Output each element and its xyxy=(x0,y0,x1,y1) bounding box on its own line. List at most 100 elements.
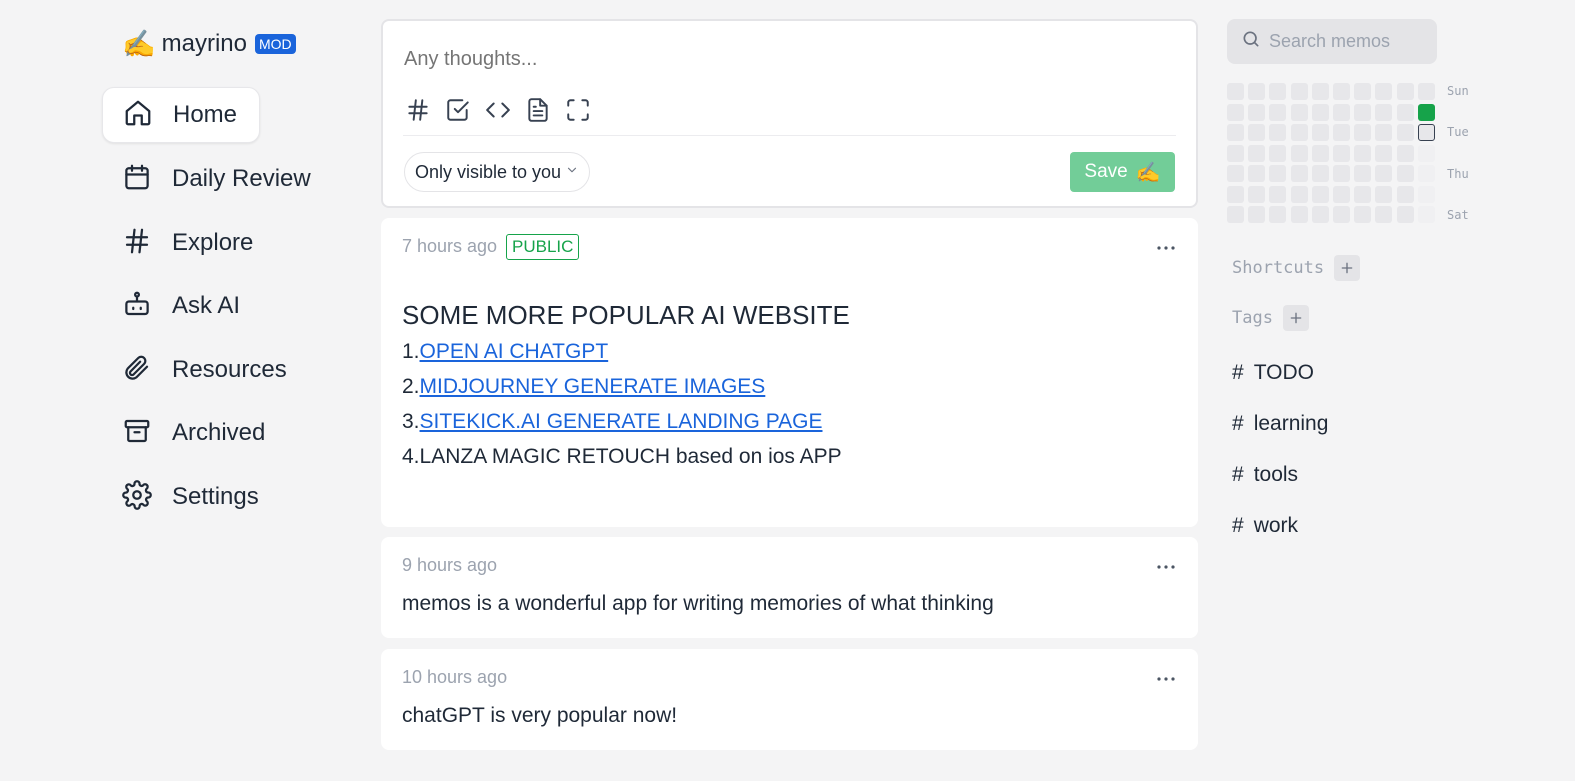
heatmap-cell xyxy=(1311,124,1329,141)
memo-card: 10 hours ago chatGPT is very popular now… xyxy=(381,649,1198,750)
heatmap-cell xyxy=(1333,185,1350,203)
heatmap-cell xyxy=(1417,206,1435,223)
memo-link[interactable]: OPEN AI CHATGPT xyxy=(420,340,609,363)
visibility-badge: PUBLIC xyxy=(506,234,580,261)
heatmap-cell xyxy=(1311,185,1329,203)
memo-time: 9 hours ago xyxy=(402,555,498,575)
memo-heading: SOME MORE POPULAR AI WEBSITE xyxy=(402,300,850,330)
nav-item-archived[interactable]: Archived xyxy=(102,405,317,461)
heatmap-cell xyxy=(1375,144,1393,162)
tag-item[interactable]: # TODO xyxy=(1232,361,1314,385)
save-emoji: ✍️ xyxy=(1135,161,1161,184)
heatmap-cell xyxy=(1354,144,1372,162)
checkbox-icon[interactable] xyxy=(445,95,471,125)
nav-label: Home xyxy=(173,101,238,128)
heatmap-cell xyxy=(1417,185,1435,203)
nav-item-ask-ai[interactable]: Ask AI xyxy=(102,278,317,334)
memo-link[interactable]: SITEKICK.AI GENERATE LANDING PAGE xyxy=(420,410,823,433)
heatmap-cell xyxy=(1290,124,1308,141)
heatmap-cell xyxy=(1333,206,1350,223)
more-icon[interactable] xyxy=(1154,236,1178,260)
heatmap-cell xyxy=(1417,165,1435,182)
heatmap-cell xyxy=(1227,103,1244,121)
heatmap-cell xyxy=(1269,83,1287,100)
nav-label: Resources xyxy=(172,356,287,383)
memo-input[interactable] xyxy=(404,48,1164,71)
heatmap-cell xyxy=(1396,144,1414,162)
list-number: 2. xyxy=(402,375,420,398)
tag-hash-icon: # xyxy=(1232,361,1244,384)
heatmap-cell[interactable] xyxy=(1417,103,1435,121)
nav-item-explore[interactable]: Explore xyxy=(102,215,317,271)
file-icon[interactable] xyxy=(525,95,551,125)
day-label-sat: Sat xyxy=(1447,208,1469,222)
nav-item-settings[interactable]: Settings xyxy=(102,469,317,525)
nav-item-home[interactable]: Home xyxy=(102,87,260,143)
list-number: 4. xyxy=(402,445,420,468)
day-label-sun: Sun xyxy=(1447,84,1469,98)
fullscreen-icon[interactable] xyxy=(565,95,591,125)
save-button[interactable]: Save ✍️ xyxy=(1070,152,1175,192)
tag-item[interactable]: # work xyxy=(1232,514,1298,538)
add-shortcut-button[interactable] xyxy=(1334,255,1361,281)
heatmap-cell xyxy=(1269,103,1287,121)
code-icon[interactable] xyxy=(485,95,511,125)
tag-hash-icon: # xyxy=(1232,412,1244,435)
heatmap-cell xyxy=(1311,165,1329,182)
heatmap-cell xyxy=(1333,124,1350,141)
day-label-tue: Tue xyxy=(1447,125,1469,139)
calendar-icon xyxy=(122,162,152,197)
heatmap-cell xyxy=(1248,103,1266,121)
add-tag-button[interactable] xyxy=(1282,305,1309,331)
heatmap-cell xyxy=(1354,185,1372,203)
memo-time: 10 hours ago xyxy=(402,667,508,687)
heatmap-cell xyxy=(1311,144,1329,162)
memo-line-text: LANZA MAGIC RETOUCH based on ios APP xyxy=(419,445,842,468)
heatmap-cell xyxy=(1248,124,1266,141)
nav-label: Archived xyxy=(172,419,266,446)
heatmap-cell xyxy=(1375,165,1393,182)
more-icon[interactable] xyxy=(1154,667,1178,691)
heatmap-cell xyxy=(1333,83,1350,100)
app: ✍️ mayrino MOD Home Daily Review Explore… xyxy=(0,0,1575,781)
visibility-select[interactable]: Only visible to you xyxy=(404,152,590,192)
heatmap-cell xyxy=(1248,165,1266,182)
tag-item[interactable]: # tools xyxy=(1232,463,1298,487)
tags-title: Tags xyxy=(1232,308,1273,328)
heatmap-cell xyxy=(1311,103,1329,121)
search-box[interactable] xyxy=(1227,19,1437,64)
memo-content: memos is a wonderful app for writing mem… xyxy=(402,592,994,615)
heatmap-cell xyxy=(1227,144,1244,162)
heatmap-cell xyxy=(1290,144,1308,162)
memo-link[interactable]: MIDJOURNEY GENERATE IMAGES xyxy=(420,375,766,398)
editor-toolbar xyxy=(405,95,591,125)
heatmap-cell xyxy=(1311,83,1329,100)
heatmap-cell xyxy=(1375,185,1393,203)
tag-label: tools xyxy=(1253,463,1299,486)
memo-card: 9 hours ago memos is a wonderful app for… xyxy=(381,537,1198,638)
search-icon xyxy=(1241,29,1261,54)
heatmap-cell xyxy=(1354,124,1372,141)
tag-label: learning xyxy=(1253,412,1329,435)
list-number: 1. xyxy=(402,340,420,363)
more-icon[interactable] xyxy=(1154,555,1178,579)
heatmap-cell xyxy=(1333,165,1350,182)
tag-hash-icon: # xyxy=(1232,463,1244,486)
heatmap-cell xyxy=(1248,206,1266,223)
nav-item-resources[interactable]: Resources xyxy=(102,342,317,398)
heatmap-cell xyxy=(1396,206,1414,223)
search-input[interactable] xyxy=(1269,31,1429,52)
heatmap-cell xyxy=(1269,185,1287,203)
editor-divider xyxy=(403,135,1176,136)
tag-item[interactable]: # learning xyxy=(1232,412,1328,436)
tags-header: Tags xyxy=(1232,305,1309,331)
heatmap-cell xyxy=(1227,185,1244,203)
tag-label: work xyxy=(1253,514,1299,537)
plus-icon xyxy=(1341,262,1353,274)
heatmap-cell xyxy=(1375,103,1393,121)
shortcuts-header: Shortcuts xyxy=(1232,255,1361,281)
hash-icon[interactable] xyxy=(405,95,431,125)
nav-item-daily-review[interactable]: Daily Review xyxy=(102,151,317,207)
brand[interactable]: ✍️ mayrino MOD xyxy=(122,30,296,58)
plus-icon xyxy=(1290,312,1302,324)
